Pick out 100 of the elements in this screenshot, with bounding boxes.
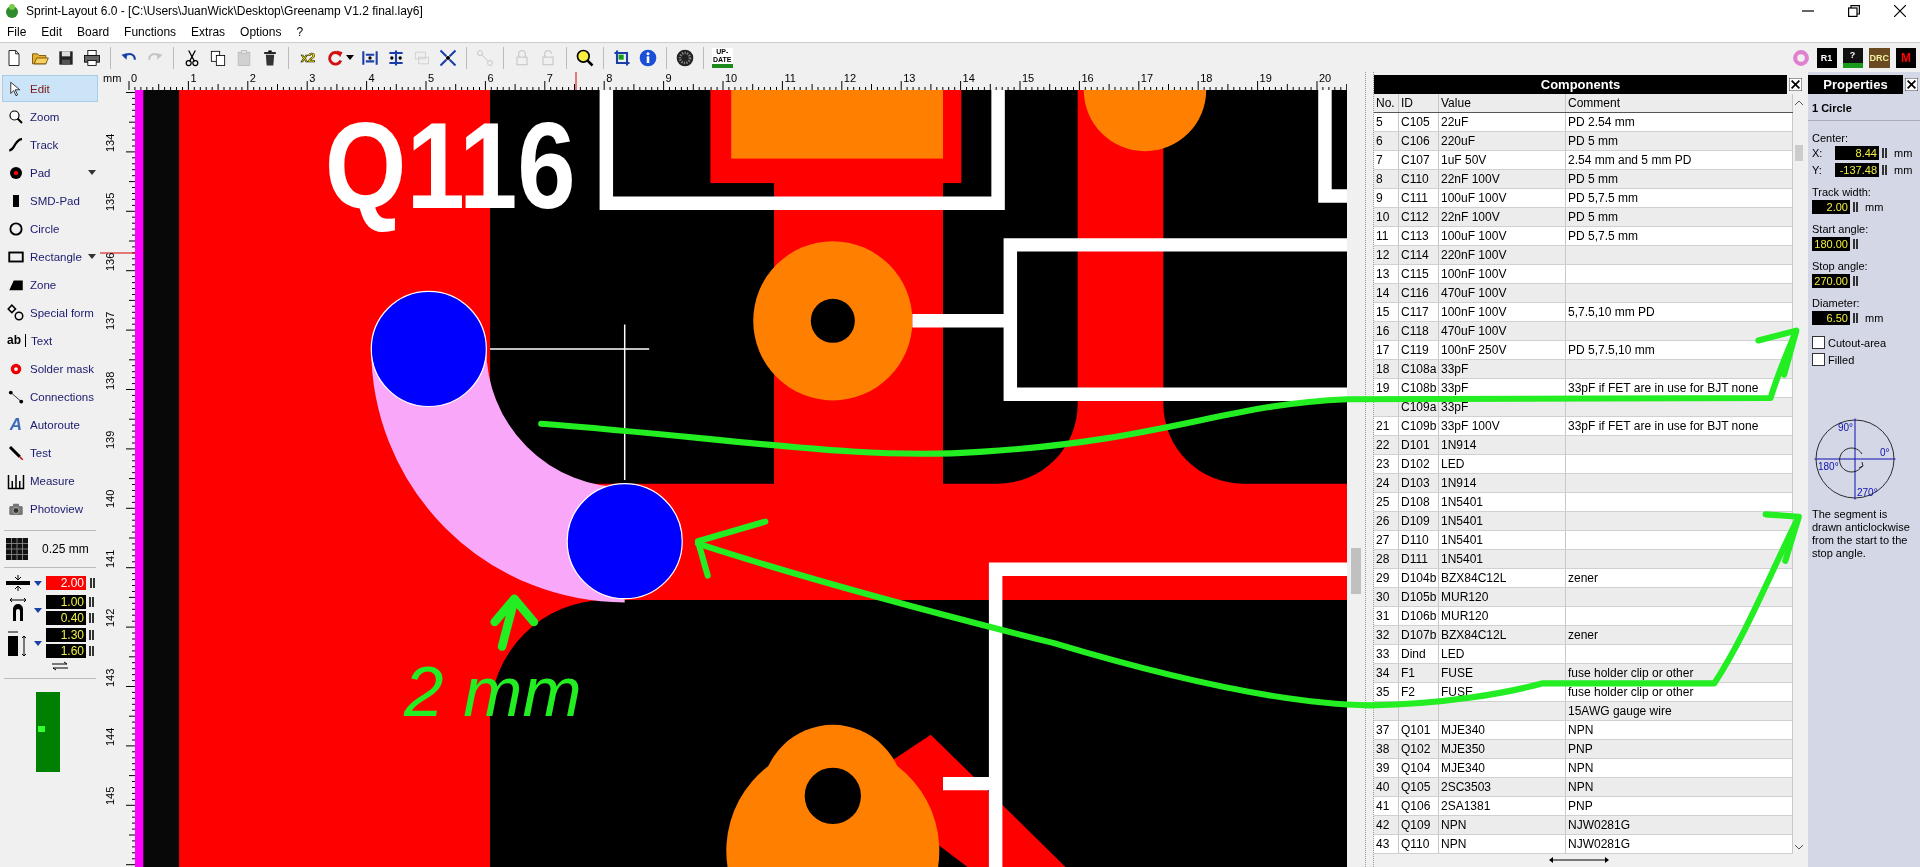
table-row[interactable]: 11 C113 100uF 100V PD 5,7.5 mm — [1374, 227, 1793, 246]
table-row[interactable]: 9 C111 100uF 100V PD 5,7.5 mm — [1374, 189, 1793, 208]
menu-item[interactable]: Options — [240, 25, 282, 39]
search-icon[interactable] — [575, 47, 595, 68]
column-header[interactable]: ID — [1399, 94, 1439, 112]
table-row[interactable]: 42 Q109 NPN NJW0281G — [1374, 816, 1793, 835]
scrollbar-thumb[interactable] — [1351, 548, 1361, 594]
table-row[interactable]: 22 D101 1N914 — [1374, 436, 1793, 455]
layer-indicator[interactable] — [36, 692, 60, 772]
table-row[interactable]: 16 C118 470uF 100V — [1374, 322, 1793, 341]
column-header[interactable]: No. — [1374, 94, 1399, 112]
tool-item[interactable]: Zoom — [2, 103, 98, 130]
spinner-icon[interactable] — [1882, 164, 1887, 176]
macro-button[interactable]: M — [1896, 47, 1916, 68]
table-row[interactable]: 31 D106b MUR120 — [1374, 607, 1793, 626]
component-label-button[interactable]: R1 — [1816, 47, 1837, 68]
tool-item[interactable]: ab Text — [2, 327, 98, 354]
table-row[interactable]: 32 D107b BZX84C12L zener — [1374, 626, 1793, 645]
scroll-down-icon[interactable] — [1794, 845, 1803, 850]
spinner-icon[interactable] — [89, 629, 94, 641]
input-field[interactable]: 180.00 — [1812, 237, 1850, 251]
info-icon[interactable] — [638, 47, 658, 68]
tool-item[interactable]: Measure — [2, 467, 98, 494]
checkbox-label[interactable]: Cutout-area — [1828, 336, 1887, 349]
tool-item[interactable]: Connections — [2, 383, 98, 410]
spinner-icon[interactable] — [89, 645, 94, 657]
caret-icon[interactable] — [88, 170, 96, 175]
scrollbar-thumb[interactable] — [1794, 145, 1803, 161]
table-row[interactable]: 37 Q101 MJE340 NPN — [1374, 721, 1793, 740]
input-field[interactable]: -137.48 — [1835, 163, 1879, 177]
menu-item[interactable]: File — [7, 25, 27, 39]
table-row[interactable]: 17 C119 100nF 250V PD 5,7.5,10 mm — [1374, 341, 1793, 360]
track-width-field[interactable]: 2.00 — [46, 576, 86, 590]
tool-item[interactable]: Special form — [2, 299, 98, 326]
pad-drill-field[interactable]: 0.40 — [46, 611, 86, 625]
spinner-icon[interactable] — [89, 612, 94, 624]
drc-button[interactable]: DRC — [1868, 47, 1890, 68]
checkbox-label[interactable]: Filled — [1828, 353, 1855, 366]
tool-item[interactable]: Pad — [2, 159, 98, 186]
table-row[interactable]: 24 D103 1N914 — [1374, 474, 1793, 493]
menu-item[interactable]: Extras — [191, 25, 226, 39]
table-row[interactable]: 41 Q106 2SA1381 PNP — [1374, 797, 1793, 816]
grid-size-label[interactable]: 0.25 mm — [42, 542, 89, 556]
table-row[interactable]: 14 C116 470uF 100V — [1374, 284, 1793, 303]
table-row[interactable]: 28 D111 1N5401 — [1374, 550, 1793, 569]
checkbox[interactable] — [1812, 336, 1825, 349]
table-row[interactable]: 43 Q110 NPN NJW0281G — [1374, 835, 1793, 854]
table-row[interactable]: 23 D102 LED — [1374, 455, 1793, 474]
table-row[interactable]: 8 C110 22nF 100V PD 5 mm — [1374, 170, 1793, 189]
tool-item[interactable]: Solder mask — [2, 355, 98, 382]
input-field[interactable]: 270.00 — [1812, 274, 1850, 288]
checkbox[interactable] — [1812, 353, 1825, 366]
caret-icon[interactable] — [34, 640, 42, 646]
resize-handle-icon[interactable] — [1549, 857, 1609, 863]
tool-item[interactable]: Test — [2, 439, 98, 466]
tool-item[interactable]: SMD-Pad — [2, 187, 98, 214]
close-icon[interactable] — [1789, 78, 1802, 91]
spinner-icon[interactable] — [1853, 275, 1858, 287]
menu-item[interactable]: Edit — [41, 25, 63, 39]
scroll-up-icon[interactable] — [1794, 100, 1803, 105]
table-row[interactable]: 13 C115 100nF 100V — [1374, 265, 1793, 284]
table-row[interactable]: 38 Q102 MJE350 PNP — [1374, 740, 1793, 759]
spinner-icon[interactable] — [1853, 201, 1858, 213]
grid-icon[interactable] — [6, 538, 28, 560]
table-row[interactable]: 40 Q105 2SC3503 NPN — [1374, 778, 1793, 797]
table-row[interactable]: 7 C107 1uF 50V 2.54 mm and 5 mm PD — [1374, 151, 1793, 170]
caret-icon[interactable] — [34, 607, 42, 613]
pad-outer-field[interactable]: 1.00 — [46, 595, 86, 609]
close-icon[interactable] — [1894, 5, 1906, 17]
column-header[interactable]: Value — [1439, 94, 1566, 112]
menu-item[interactable]: Functions — [124, 25, 177, 39]
table-row[interactable]: 27 D110 1N5401 — [1374, 531, 1793, 550]
table-row[interactable]: 12 C114 220nF 100V — [1374, 246, 1793, 265]
tool-item[interactable]: A Autoroute — [2, 411, 98, 438]
tool-item[interactable]: Circle — [2, 215, 98, 242]
table-row[interactable]: 29 D104b BZX84C12L zener — [1374, 569, 1793, 588]
input-field[interactable]: 2.00 — [1812, 200, 1850, 214]
table-row[interactable]: 30 D105b MUR120 — [1374, 588, 1793, 607]
tool-item[interactable]: Track — [2, 131, 98, 158]
caret-icon[interactable] — [34, 580, 42, 586]
menu-item[interactable]: Board — [77, 25, 110, 39]
tool-item[interactable]: Edit — [2, 75, 98, 102]
caret-icon[interactable] — [88, 254, 96, 259]
swap-icon[interactable] — [50, 661, 70, 671]
pattern-icon[interactable] — [675, 47, 695, 68]
center-icon[interactable] — [438, 47, 458, 68]
table-row[interactable]: 15 C117 100nF 100V 5,7.5,10 mm PD — [1374, 303, 1793, 322]
table-row[interactable]: 18 C108a 33pF — [1374, 360, 1793, 379]
tool-item[interactable]: Zone — [2, 271, 98, 298]
table-row[interactable]: 10 C112 22nF 100V PD 5 mm — [1374, 208, 1793, 227]
close-icon[interactable] — [1905, 78, 1918, 91]
input-field[interactable]: 6.50 — [1812, 311, 1850, 325]
spinner-icon[interactable] — [1853, 238, 1858, 250]
table-row[interactable]: 39 Q104 MJE340 NPN — [1374, 759, 1793, 778]
print-icon[interactable] — [82, 47, 102, 68]
smd-width-field[interactable]: 1.30 — [46, 628, 86, 642]
spinner-icon[interactable] — [89, 596, 94, 608]
smd-height-field[interactable]: 1.60 — [46, 644, 86, 658]
table-row[interactable]: 25 D108 1N5401 — [1374, 493, 1793, 512]
spinner-icon[interactable] — [1853, 312, 1858, 324]
